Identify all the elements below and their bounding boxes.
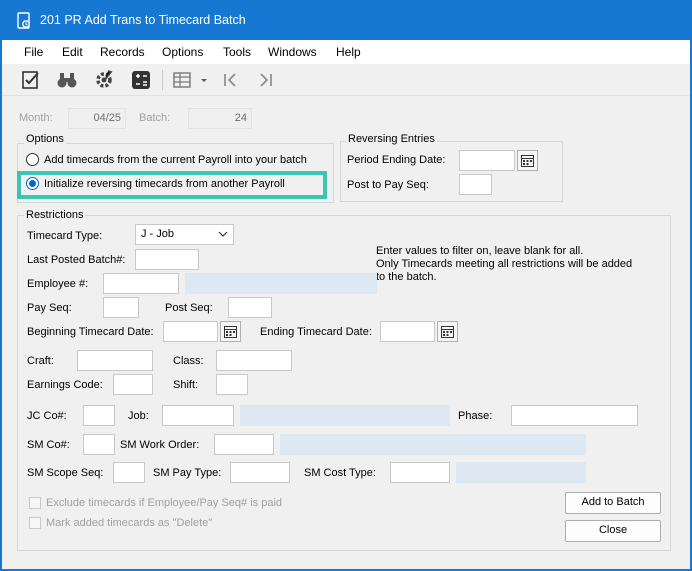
sm-work-order-label: SM Work Order:: [120, 439, 200, 451]
menu-windows[interactable]: Windows: [268, 45, 317, 59]
period-ending-calendar-icon[interactable]: [517, 150, 538, 171]
sm-co-label: SM Co#:: [27, 439, 70, 451]
checklist-icon[interactable]: [21, 69, 43, 91]
shift-input[interactable]: [216, 374, 248, 395]
class-input[interactable]: [216, 350, 292, 371]
exclude-paid-checkbox[interactable]: [29, 497, 41, 509]
calculator-icon[interactable]: [130, 69, 152, 91]
exclude-paid-label: Exclude timecards if Employee/Pay Seq# i…: [46, 497, 283, 509]
craft-input[interactable]: [77, 350, 153, 371]
sm-cost-type-label: SM Cost Type:: [304, 467, 376, 479]
month-field: 04/25: [68, 108, 126, 129]
sm-pay-type-input[interactable]: [230, 462, 290, 483]
restrictions-title: Restrictions: [24, 209, 86, 221]
post-to-payseq-input[interactable]: [459, 174, 492, 195]
payseq-label: Pay Seq:: [27, 302, 72, 314]
info-line-2: Only Timecards meeting all restrictions …: [376, 258, 633, 270]
month-value: 04/25: [93, 112, 121, 124]
shift-label: Shift:: [173, 379, 199, 391]
menu-records[interactable]: Records: [100, 45, 145, 59]
window-title: 201 PR Add Trans to Timecard Batch: [40, 13, 246, 27]
add-to-batch-button[interactable]: Add to Batch: [565, 492, 661, 514]
employee-input[interactable]: [103, 273, 179, 294]
mark-delete-checkbox[interactable]: [29, 517, 41, 529]
ending-date-calendar-icon[interactable]: [437, 321, 458, 342]
post-to-payseq-label: Post to Pay Seq:: [347, 179, 429, 191]
sm-cost-type-input[interactable]: [390, 462, 450, 483]
craft-label: Craft:: [27, 355, 54, 367]
sm-work-order-input[interactable]: [214, 434, 274, 455]
payseq-input[interactable]: [103, 297, 139, 318]
menu-file[interactable]: File: [24, 45, 43, 59]
phase-label: Phase:: [458, 410, 493, 422]
option-add-current-radio[interactable]: [26, 153, 39, 166]
class-label: Class:: [173, 355, 204, 367]
timecard-type-label: Timecard Type:: [27, 230, 103, 242]
sm-scope-seq-input[interactable]: [113, 462, 145, 483]
grid-view-icon[interactable]: [172, 69, 194, 91]
jc-co-input[interactable]: [83, 405, 115, 426]
job-description-display: [240, 405, 450, 426]
batch-label: Batch:: [139, 112, 171, 124]
timecard-type-value: J - Job: [141, 228, 175, 240]
title-bar: 201 PR Add Trans to Timecard Batch: [2, 2, 690, 40]
beginning-date-input[interactable]: [163, 321, 218, 342]
job-label: Job:: [128, 410, 149, 422]
option-add-current-label[interactable]: Add timecards from the current Payroll i…: [44, 154, 307, 166]
ending-date-input[interactable]: [380, 321, 435, 342]
employee-name-display: [185, 273, 377, 294]
phase-input[interactable]: [511, 405, 638, 426]
reversing-entries-title: Reversing Entries: [346, 133, 437, 145]
sm-work-order-description-display: [280, 434, 586, 455]
mark-delete-label: Mark added timecards as "Delete": [46, 517, 213, 529]
beginning-date-calendar-icon[interactable]: [220, 321, 241, 342]
postseq-input[interactable]: [228, 297, 272, 318]
menu-tools[interactable]: Tools: [223, 45, 251, 59]
sm-pay-type-label: SM Pay Type:: [153, 467, 222, 479]
last-posted-batch-input[interactable]: [135, 249, 199, 270]
sm-scope-seq-label: SM Scope Seq:: [27, 467, 104, 479]
options-title: Options: [24, 133, 66, 145]
sm-cost-type-description-display: [456, 462, 586, 483]
sm-co-input[interactable]: [83, 434, 115, 455]
toolbar: [2, 64, 690, 96]
main-window: 201 PR Add Trans to Timecard Batch File …: [0, 0, 692, 571]
last-posted-batch-label: Last Posted Batch#:: [27, 254, 126, 266]
jc-co-label: JC Co#:: [27, 410, 67, 422]
settings-wrench-icon[interactable]: [93, 69, 115, 91]
batch-field: 24: [188, 108, 252, 129]
binoculars-icon[interactable]: [56, 69, 78, 91]
batch-value: 24: [234, 112, 247, 124]
option-initialize-reversing-label[interactable]: Initialize reversing timecards from anot…: [44, 178, 285, 190]
close-button[interactable]: Close: [565, 520, 661, 542]
beginning-date-label: Beginning Timecard Date:: [27, 326, 154, 338]
option-initialize-reversing-radio[interactable]: [26, 177, 39, 190]
last-record-icon[interactable]: [255, 69, 277, 91]
first-record-icon[interactable]: [219, 69, 241, 91]
menu-help[interactable]: Help: [336, 45, 361, 59]
ending-date-label: Ending Timecard Date:: [260, 326, 372, 338]
info-line-3: to the batch.: [376, 271, 437, 283]
timecard-type-select[interactable]: J - Job: [135, 224, 234, 245]
menu-options[interactable]: Options: [162, 45, 203, 59]
menu-edit[interactable]: Edit: [62, 45, 83, 59]
chevron-down-icon: [218, 229, 228, 242]
toolbar-separator: [162, 70, 163, 90]
job-input[interactable]: [162, 405, 234, 426]
menu-bar: File Edit Records Options Tools Windows …: [2, 40, 690, 64]
info-line-1: Enter values to filter on, leave blank f…: [376, 245, 584, 257]
earnings-code-input[interactable]: [113, 374, 153, 395]
app-icon: [16, 12, 32, 30]
period-ending-input[interactable]: [459, 150, 515, 171]
employee-label: Employee #:: [27, 278, 89, 290]
earnings-code-label: Earnings Code:: [27, 379, 103, 391]
period-ending-label: Period Ending Date:: [347, 154, 446, 166]
month-label: Month:: [19, 112, 53, 124]
dropdown-arrow-icon[interactable]: [198, 69, 210, 91]
postseq-label: Post Seq:: [165, 302, 213, 314]
